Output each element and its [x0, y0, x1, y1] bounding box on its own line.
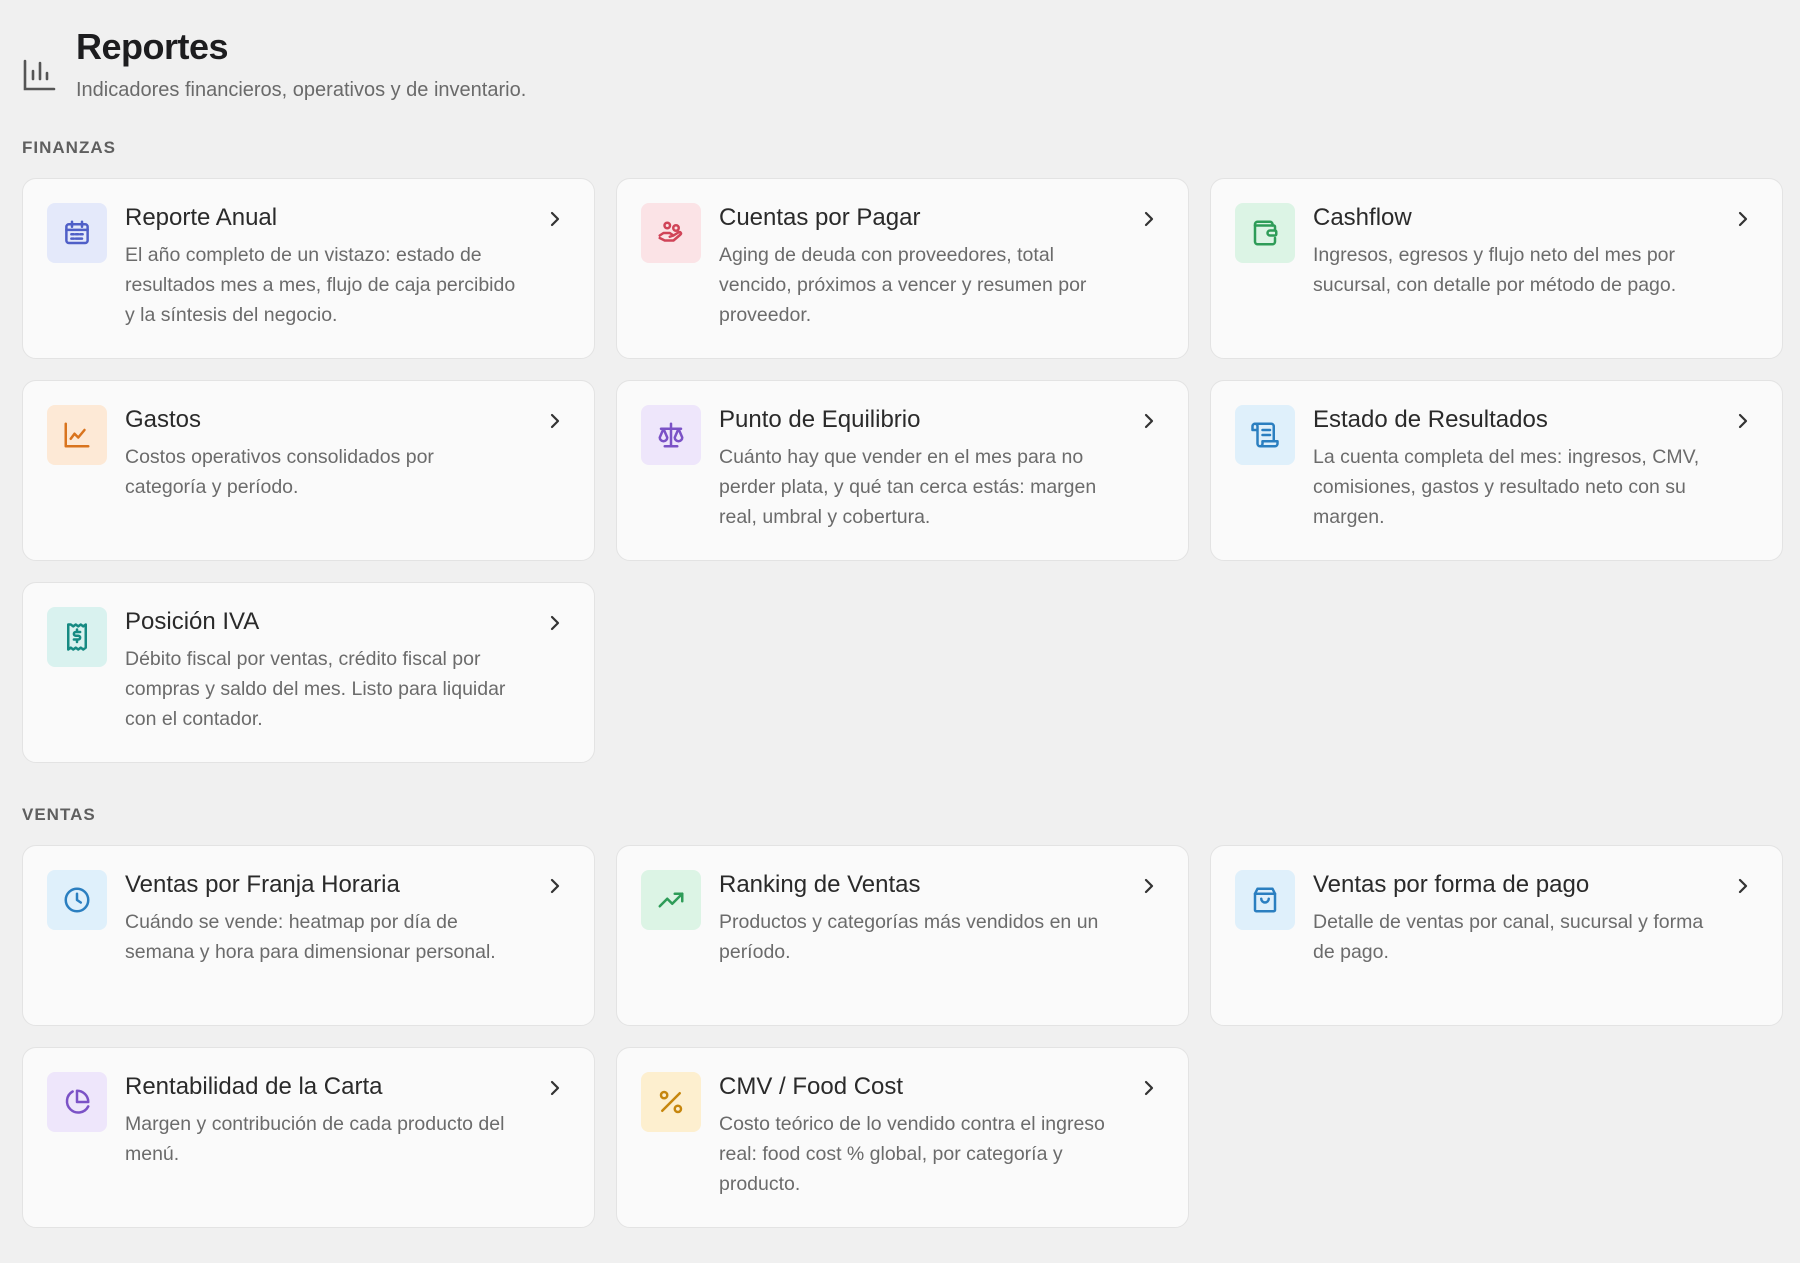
reports-page: Reportes Indicadores financieros, operat…: [0, 0, 1800, 1263]
receipt-icon: [47, 607, 107, 667]
card-description: La cuenta completa del mes: ingresos, CM…: [1313, 446, 1700, 528]
scale-icon: [641, 405, 701, 465]
calendar-icon: [47, 203, 107, 263]
report-card-punto-de-equilibrio[interactable]: Punto de Equilibrio Cuánto hay que vende…: [616, 380, 1189, 561]
percent-icon: [641, 1072, 701, 1132]
card-title: Posición IVA: [125, 608, 260, 635]
card-title: Reporte Anual: [125, 204, 278, 231]
chevron-right-icon: [546, 1078, 564, 1098]
report-card-cmv-food-cost[interactable]: CMV / Food Cost Costo teórico de lo vend…: [616, 1047, 1189, 1228]
section-label-finanzas: FINANZAS: [22, 138, 116, 157]
card-title: Ventas por forma de pago: [1313, 871, 1590, 898]
card-description: Ingresos, egresos y flujo neto del mes p…: [1313, 244, 1677, 296]
card-title: Ventas por Franja Horaria: [125, 871, 400, 898]
ventas-grid: Ventas por Franja Horaria Cuándo se vend…: [22, 845, 1783, 1228]
card-description: Margen y contribución de cada producto d…: [125, 1113, 505, 1165]
section-label-ventas: VENTAS: [22, 805, 96, 824]
card-title: CMV / Food Cost: [719, 1073, 904, 1100]
card-title: Estado de Resultados: [1313, 406, 1548, 433]
card-description: Débito fiscal por ventas, crédito fiscal…: [125, 648, 506, 730]
pie-chart-icon: [47, 1072, 107, 1132]
line-chart-icon: [47, 405, 107, 465]
page-title: Reportes: [76, 26, 229, 67]
wallet-icon: [1235, 203, 1295, 263]
card-description: Productos y categorías más vendidos en u…: [719, 911, 1099, 963]
clock-icon: [47, 870, 107, 930]
report-card-reporte-anual[interactable]: Reporte Anual El año completo de un vist…: [22, 178, 595, 359]
chevron-right-icon: [546, 411, 564, 431]
chevron-right-icon: [1140, 1078, 1158, 1098]
card-title: Cuentas por Pagar: [719, 204, 921, 231]
report-card-ventas-por-forma-de-pago[interactable]: Ventas por forma de pago Detalle de vent…: [1210, 845, 1783, 1026]
chevron-right-icon: [1140, 209, 1158, 229]
report-card-rentabilidad-de-la-carta[interactable]: Rentabilidad de la Carta Margen y contri…: [22, 1047, 595, 1228]
chevron-right-icon: [1140, 876, 1158, 896]
card-description: Aging de deuda con proveedores, total ve…: [719, 244, 1087, 326]
report-card-posicion-iva[interactable]: Posición IVA Débito fiscal por ventas, c…: [22, 582, 595, 763]
chevron-right-icon: [1734, 876, 1752, 896]
card-description: Detalle de ventas por canal, sucursal y …: [1313, 911, 1704, 963]
card-title: Cashflow: [1313, 204, 1412, 231]
chevron-right-icon: [1734, 411, 1752, 431]
hand-coins-icon: [641, 203, 701, 263]
card-title: Punto de Equilibrio: [719, 406, 921, 433]
card-description: Cuándo se vende: heatmap por día de sema…: [125, 911, 496, 963]
card-title: Ranking de Ventas: [719, 871, 921, 898]
card-title: Rentabilidad de la Carta: [125, 1073, 383, 1100]
report-card-gastos[interactable]: Gastos Costos operativos consolidados po…: [22, 380, 595, 561]
scroll-icon: [1235, 405, 1295, 465]
finanzas-grid: Reporte Anual El año completo de un vist…: [22, 178, 1783, 763]
page-header: Reportes Indicadores financieros, operat…: [22, 26, 526, 102]
bar-chart-icon: [23, 59, 56, 91]
chevron-right-icon: [546, 209, 564, 229]
card-description: Costos operativos consolidados por categ…: [125, 446, 434, 498]
card-description: Cuánto hay que vender en el mes para no …: [719, 446, 1097, 528]
shopping-bag-icon: [1235, 870, 1295, 930]
chevron-right-icon: [546, 876, 564, 896]
chevron-right-icon: [1734, 209, 1752, 229]
report-card-estado-de-resultados[interactable]: Estado de Resultados La cuenta completa …: [1210, 380, 1783, 561]
report-card-ranking-de-ventas[interactable]: Ranking de Ventas Productos y categorías…: [616, 845, 1189, 1026]
report-card-cashflow[interactable]: Cashflow Ingresos, egresos y flujo neto …: [1210, 178, 1783, 359]
card-description: Costo teórico de lo vendido contra el in…: [719, 1113, 1105, 1195]
chevron-right-icon: [1140, 411, 1158, 431]
card-description: El año completo de un vistazo: estado de…: [125, 244, 516, 326]
chevron-right-icon: [546, 613, 564, 633]
page-subtitle: Indicadores financieros, operativos y de…: [76, 79, 527, 101]
card-title: Gastos: [125, 406, 202, 433]
report-card-ventas-por-franja-horaria[interactable]: Ventas por Franja Horaria Cuándo se vend…: [22, 845, 595, 1026]
trending-up-icon: [641, 870, 701, 930]
report-card-cuentas-por-pagar[interactable]: Cuentas por Pagar Aging de deuda con pro…: [616, 178, 1189, 359]
